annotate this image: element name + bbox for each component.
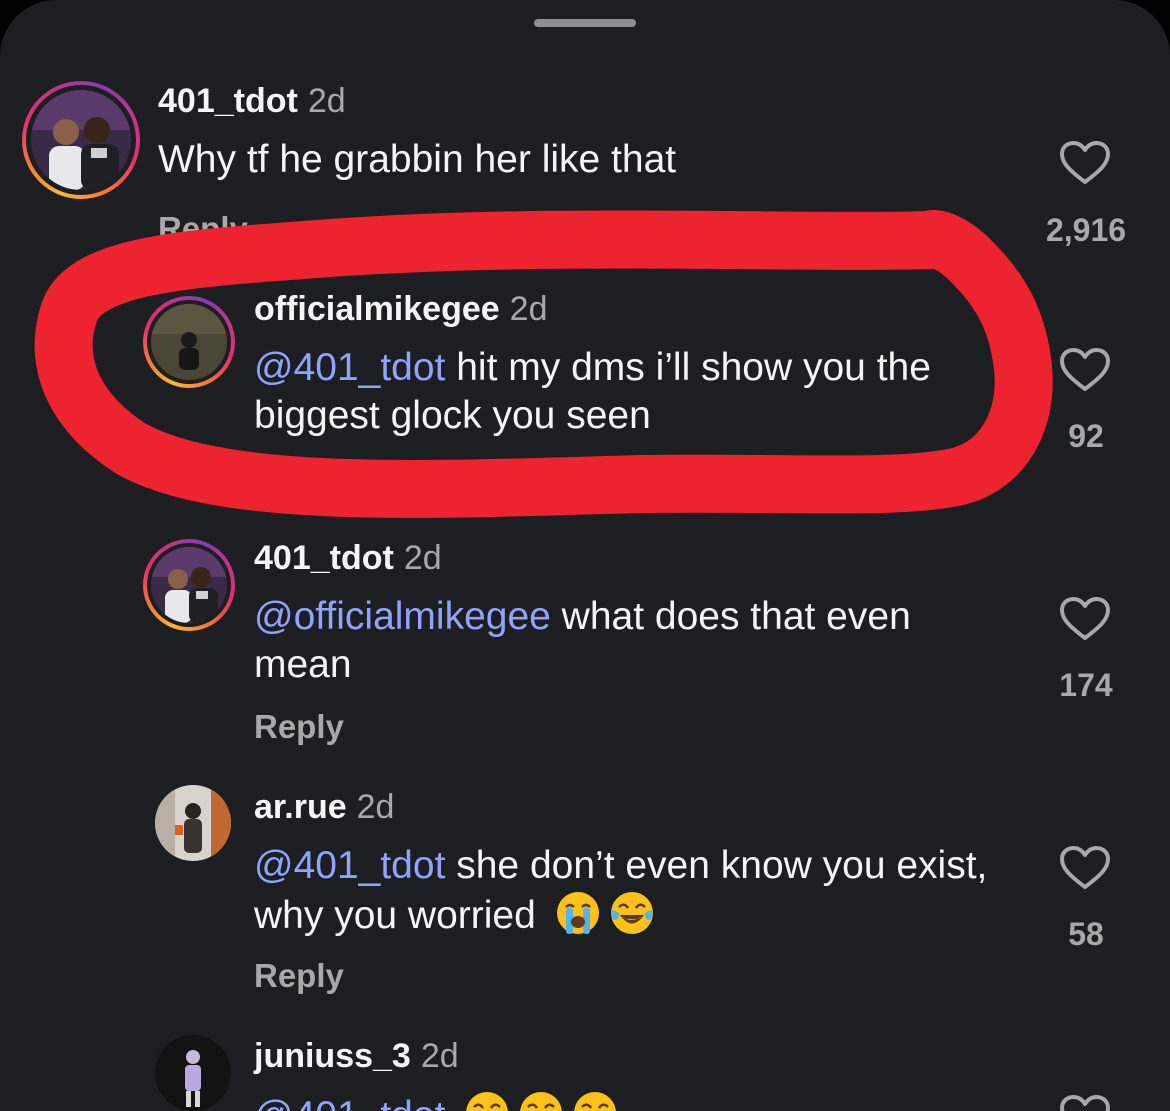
comment-text: @officialmikegee what does that even mea… — [254, 595, 911, 686]
mention-link[interactable]: @401_tdot — [254, 346, 445, 389]
like-count: 2,916 — [1045, 212, 1127, 248]
mention-link[interactable]: @401_tdot — [254, 844, 445, 887]
comments-sheet: 401_tdot 2d Why tf he grabbin her like th… — [0, 0, 1170, 1111]
like-count: 92 — [1068, 418, 1104, 454]
heart-icon[interactable] — [1059, 140, 1111, 186]
comment-text: @401_tdot — [254, 1090, 1014, 1111]
comment-username[interactable]: juniuss_3 2d — [254, 1037, 459, 1076]
comment-username[interactable]: 401_tdot 2d — [254, 539, 442, 578]
heart-icon[interactable] — [1059, 347, 1111, 393]
comment-username[interactable]: officialmikegee 2d — [254, 290, 547, 329]
avatar-dark-room-icon[interactable] — [151, 304, 227, 380]
heart-icon[interactable] — [1059, 596, 1111, 642]
heart-icon[interactable] — [1059, 845, 1111, 891]
drag-handle[interactable] — [534, 19, 636, 27]
comment-text: @401_tdot hit my dms i’ll show you the b… — [254, 346, 931, 437]
comment-username[interactable]: 401_tdot 2d — [158, 82, 346, 121]
tears-of-joy-face-icon — [610, 892, 653, 934]
reply-button[interactable]: Reply — [254, 957, 344, 995]
avatar-two-men-icon[interactable] — [31, 90, 131, 190]
tears-of-joy-face-icon — [466, 1092, 509, 1111]
comment-text: Why tf he grabbin her like that — [158, 138, 677, 181]
loudly-crying-face-icon — [556, 892, 599, 934]
avatar-two-men-icon[interactable] — [151, 547, 227, 623]
avatar-standing-person-icon[interactable] — [155, 1035, 231, 1111]
like-count: 58 — [1068, 916, 1104, 952]
reply-button[interactable]: Reply — [254, 708, 344, 746]
like-count: 174 — [1059, 667, 1113, 703]
mention-link[interactable]: @401_tdot — [254, 1094, 445, 1111]
comment-time: 2d — [307, 82, 346, 120]
comment-username[interactable]: ar.rue 2d — [254, 788, 394, 827]
comment-time: 2d — [420, 1037, 459, 1075]
tears-of-joy-face-icon — [574, 1092, 617, 1111]
heart-icon[interactable] — [1059, 1094, 1111, 1111]
comment-time: 2d — [356, 788, 395, 826]
tears-of-joy-face-icon — [520, 1092, 563, 1111]
reply-button[interactable]: Reply — [158, 210, 248, 248]
mention-link[interactable]: @officialmikegee — [254, 595, 551, 638]
avatar-mirror-selfie-icon[interactable] — [155, 785, 231, 861]
comment-text: @401_tdot she don’t even know you exist,… — [254, 844, 988, 937]
comment-time: 2d — [403, 539, 442, 577]
comment-time: 2d — [509, 290, 548, 328]
